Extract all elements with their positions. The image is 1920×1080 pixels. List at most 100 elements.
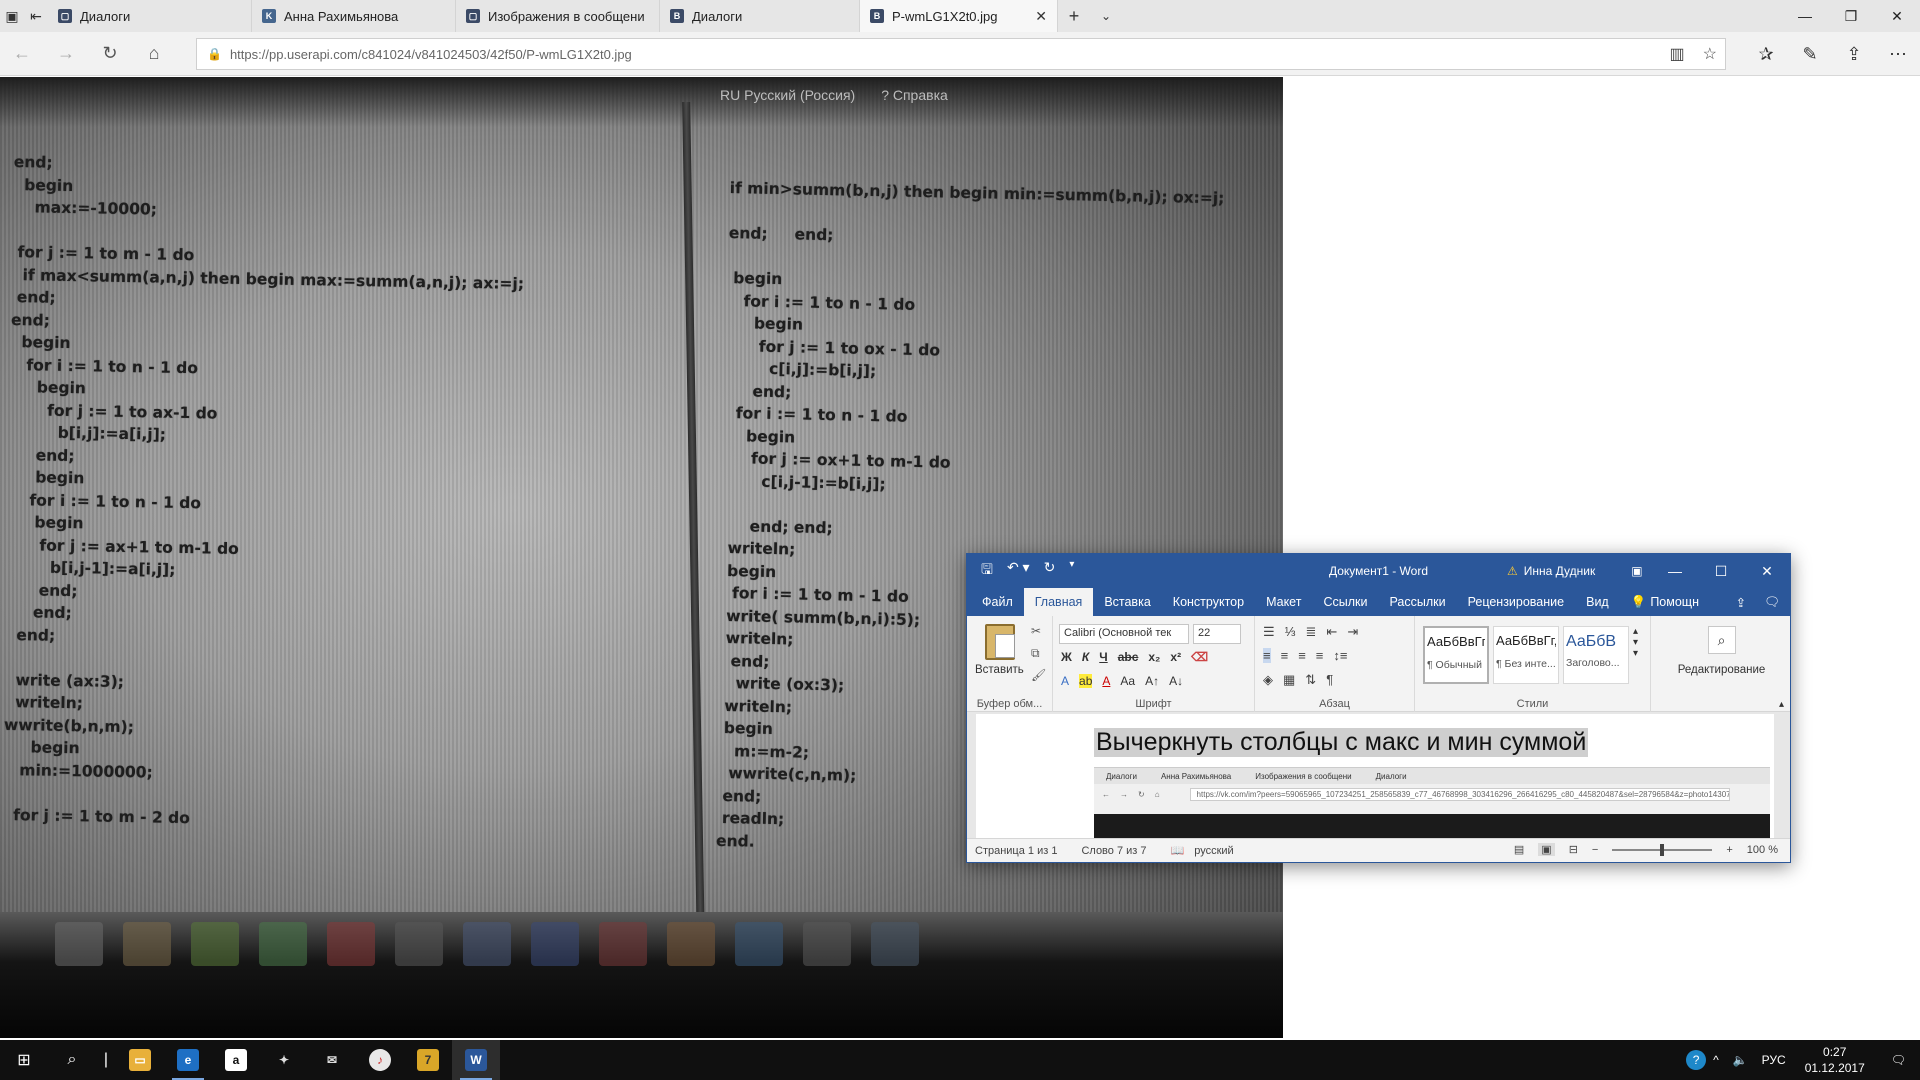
strikethrough-icon[interactable]: abc <box>1118 650 1139 664</box>
text-effects-icon[interactable]: A <box>1061 674 1069 688</box>
comments-icon[interactable]: 🗨 <box>1764 595 1780 610</box>
mail-icon[interactable]: ✉ <box>308 1040 356 1080</box>
editing-button[interactable]: Редактирование <box>1651 664 1790 676</box>
tab-references[interactable]: Ссылки <box>1312 588 1378 616</box>
start-windows-icon[interactable]: ⊞ <box>0 1040 48 1080</box>
task-view-icon[interactable]: | <box>96 1040 116 1080</box>
status-language[interactable]: русский <box>1194 845 1233 857</box>
styles-more-icon[interactable]: ▴ ▾ ▾ <box>1633 626 1638 659</box>
style-no-spacing[interactable]: АаБбВвГг, ¶ Без инте... <box>1493 626 1559 684</box>
share-icon[interactable]: ⇪ <box>1832 32 1876 76</box>
browser-tab[interactable]: B Диалоги <box>660 0 860 32</box>
increase-indent-icon[interactable]: ⇥ <box>1347 624 1358 640</box>
tab-home[interactable]: Главная <box>1023 588 1094 616</box>
find-search-icon[interactable]: ⌕ <box>1707 626 1736 654</box>
print-layout-icon[interactable]: ▣ <box>1538 843 1555 856</box>
web-note-icon[interactable]: ✎ <box>1788 32 1832 76</box>
word-user[interactable]: ⚠ Инна Дудник ▣ <box>1507 564 1643 578</box>
grow-font-icon[interactable]: A↑ <box>1145 674 1159 688</box>
word-close-icon[interactable]: ✕ <box>1744 554 1790 588</box>
hub-favorites-icon[interactable]: ✰ <box>1744 32 1788 76</box>
edge-icon[interactable]: e <box>164 1040 212 1080</box>
browser-tab[interactable]: ▢ Изображения в сообщени <box>456 0 660 32</box>
style-normal[interactable]: АаБбВвГг, ¶ Обычный <box>1423 626 1489 684</box>
sort-icon[interactable]: ⇅ <box>1305 672 1316 688</box>
underline-icon[interactable]: Ч <box>1099 650 1107 664</box>
font-color-icon[interactable]: A <box>1102 674 1110 688</box>
close-tab-icon[interactable]: ✕ <box>1035 8 1047 25</box>
search-icon[interactable]: ⌕ <box>48 1040 96 1080</box>
clock[interactable]: 0:27 01.12.2017 <box>1793 1044 1877 1076</box>
line-spacing-icon[interactable]: ↕≡ <box>1333 648 1347 663</box>
collapse-ribbon-icon[interactable]: ▴ <box>1779 699 1784 710</box>
customize-qat-icon[interactable]: ▾ <box>1069 559 1074 583</box>
word-taskbar-icon[interactable]: W <box>452 1040 500 1080</box>
dropbox-icon[interactable]: ✦ <box>260 1040 308 1080</box>
zoom-in-icon[interactable]: + <box>1726 844 1732 856</box>
align-left-icon[interactable]: ≡ <box>1263 648 1271 663</box>
word-minimize-icon[interactable]: — <box>1652 554 1698 588</box>
tell-me-button[interactable]: 💡 Помощн <box>1620 588 1710 616</box>
superscript-icon[interactable]: x² <box>1170 650 1181 664</box>
close-window-icon[interactable]: ✕ <box>1874 0 1920 32</box>
document-page[interactable]: Вычеркнуть столбцы с макс и мин суммой Д… <box>976 714 1774 838</box>
bullets-icon[interactable]: ☰ <box>1263 624 1275 640</box>
ribbon-display-options-icon[interactable]: ▣ <box>1631 564 1642 578</box>
numbering-icon[interactable]: ⅓ <box>1285 624 1296 640</box>
action-center-icon[interactable]: 🗨 <box>1877 1053 1920 1067</box>
refresh-icon[interactable]: ↻ <box>88 32 132 76</box>
tab-overview-icon[interactable]: ▣ <box>0 0 24 32</box>
style-heading[interactable]: АаБбВ Заголово... <box>1563 626 1629 684</box>
clear-formatting-icon[interactable]: ⌫ <box>1191 650 1208 664</box>
back-icon[interactable]: ← <box>0 32 44 76</box>
proofing-icon[interactable]: 📖 <box>1171 844 1185 857</box>
tab-review[interactable]: Рецензирование <box>1457 588 1576 616</box>
url-field[interactable]: 🔒 https://pp.userapi.com/c841024/v841024… <box>196 38 1726 70</box>
tab-mailings[interactable]: Рассылки <box>1378 588 1456 616</box>
italic-icon[interactable]: К <box>1082 650 1089 664</box>
paste-button[interactable]: Вставить <box>975 664 1024 676</box>
browser-tab[interactable]: K Анна Рахимьянова <box>252 0 456 32</box>
save-icon[interactable]: 🖫 <box>981 559 993 583</box>
more-icon[interactable]: ⋯ <box>1876 32 1920 76</box>
total-commander-icon[interactable]: 7 <box>404 1040 452 1080</box>
home-icon[interactable]: ⌂ <box>132 32 176 76</box>
forward-icon[interactable]: → <box>44 32 88 76</box>
share-icon[interactable]: ⇪ <box>1736 595 1746 610</box>
shrink-font-icon[interactable]: A↓ <box>1169 674 1183 688</box>
amazon-icon[interactable]: a <box>212 1040 260 1080</box>
cut-icon[interactable]: ✂ <box>1031 624 1041 638</box>
highlight-color-icon[interactable]: ab <box>1079 674 1093 688</box>
restore-icon[interactable]: ❐ <box>1828 0 1874 32</box>
zoom-slider[interactable] <box>1612 843 1713 856</box>
format-painter-icon[interactable]: 🖌 <box>1031 668 1046 682</box>
shading-icon[interactable]: ◈ <box>1263 672 1273 688</box>
file-explorer-icon[interactable]: ▭ <box>116 1040 164 1080</box>
read-mode-icon[interactable]: ▤ <box>1514 843 1524 856</box>
tab-layout[interactable]: Макет <box>1255 588 1312 616</box>
paste-icon[interactable] <box>985 624 1015 660</box>
new-tab-icon[interactable]: + <box>1058 0 1090 32</box>
status-page-count[interactable]: Страница 1 из 1 <box>975 845 1057 857</box>
web-layout-icon[interactable]: ⊟ <box>1569 843 1578 856</box>
copy-icon[interactable]: ⧉ <box>1031 646 1040 661</box>
document-heading[interactable]: Вычеркнуть столбцы с макс и мин суммой <box>1094 728 1589 757</box>
embedded-screenshot[interactable]: Диалоги Анна Рахимьянова Изображения в с… <box>1094 767 1770 838</box>
font-name-select[interactable]: Calibri (Основной тек <box>1059 624 1189 644</box>
input-language[interactable]: РУС <box>1755 1053 1793 1067</box>
undo-icon[interactable]: ↶ ▾ <box>1007 559 1030 583</box>
tray-expand-icon[interactable]: ^ <box>1706 1053 1726 1067</box>
set-tabs-aside-icon[interactable]: ⇤ <box>24 0 48 32</box>
favorite-star-icon[interactable]: ☆ <box>1703 44 1717 64</box>
align-center-icon[interactable]: ≡ <box>1281 648 1289 663</box>
align-right-icon[interactable]: ≡ <box>1298 648 1306 663</box>
font-size-select[interactable]: 22 <box>1193 624 1241 644</box>
redo-icon[interactable]: ↻ <box>1044 559 1056 583</box>
reading-view-icon[interactable]: ▥ <box>1670 44 1685 64</box>
tab-file[interactable]: Файл <box>971 588 1024 616</box>
change-case-icon[interactable]: Aa <box>1120 674 1135 688</box>
volume-icon[interactable]: 🔈 <box>1726 1053 1755 1067</box>
show-marks-icon[interactable]: ¶ <box>1326 672 1333 688</box>
tab-view[interactable]: Вид <box>1575 588 1620 616</box>
tab-preview-chevron-icon[interactable]: ⌄ <box>1090 0 1122 32</box>
